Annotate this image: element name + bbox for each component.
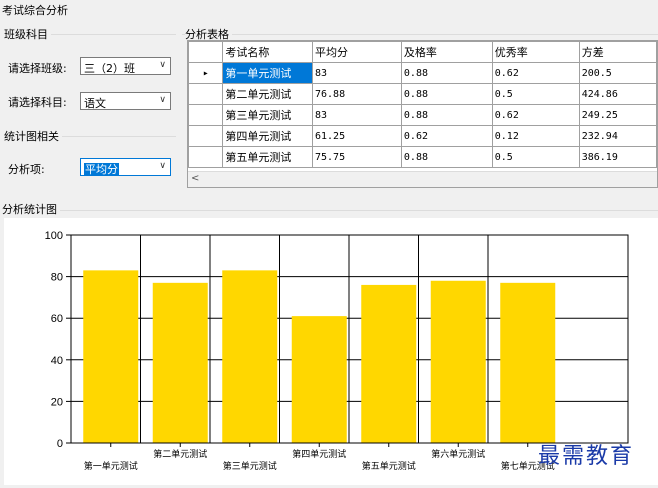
- chevron-down-icon[interactable]: ∨: [159, 161, 166, 171]
- bar: [222, 270, 278, 443]
- table-row[interactable]: 第五单元测试 75.75 0.88 0.5 386.19: [188, 146, 657, 168]
- bar: [291, 316, 347, 443]
- table-cell[interactable]: 0.88: [400, 62, 493, 84]
- table-cell[interactable]: 232.94: [578, 125, 657, 147]
- table-header-row: 考试名称 平均分 及格率 优秀率 方差: [188, 41, 657, 63]
- x-tick-label: 第五单元测试: [362, 460, 416, 472]
- y-tick-label: 40: [51, 355, 63, 367]
- table-cell[interactable]: 第四单元测试: [222, 125, 313, 147]
- table-cell[interactable]: 第五单元测试: [222, 146, 313, 168]
- analysis-item-value: 平均分: [84, 163, 119, 176]
- table-cell[interactable]: 0.5: [491, 146, 580, 168]
- table-cell[interactable]: 200.5: [578, 62, 657, 84]
- row-header[interactable]: [188, 125, 224, 147]
- table-row[interactable]: 第三单元测试 83 0.88 0.62 249.25: [188, 104, 657, 126]
- table-group-border: [182, 34, 658, 35]
- row-header[interactable]: [188, 146, 224, 168]
- y-tick-label: 60: [51, 313, 63, 325]
- analysis-item-label: 分析项:: [8, 163, 45, 176]
- chevron-down-icon[interactable]: ∨: [159, 95, 166, 105]
- analysis-item-select[interactable]: 平均分 ∨: [80, 158, 171, 176]
- table-cell[interactable]: 0.88: [400, 83, 493, 105]
- table-cell[interactable]: 0.62: [491, 62, 580, 84]
- table-cell[interactable]: 424.86: [578, 83, 657, 105]
- subject-select[interactable]: 语文 ∨: [80, 92, 171, 110]
- table-row[interactable]: 第二单元测试 76.88 0.88 0.5 424.86: [188, 83, 657, 105]
- bar: [361, 284, 417, 443]
- table-cell[interactable]: 75.75: [312, 146, 402, 168]
- table-cell[interactable]: 0.88: [400, 104, 493, 126]
- x-tick-label: 第四单元测试: [292, 448, 346, 460]
- chevron-down-icon[interactable]: ∨: [159, 60, 166, 70]
- y-tick-label: 100: [45, 230, 63, 242]
- table-cell[interactable]: 第二单元测试: [222, 83, 313, 105]
- bar: [430, 280, 486, 443]
- table-cell[interactable]: 76.88: [312, 83, 402, 105]
- table-cell[interactable]: 第三单元测试: [222, 104, 313, 126]
- table-cell[interactable]: 0.88: [400, 146, 493, 168]
- y-tick-label: 20: [51, 396, 63, 408]
- watermark: 最需教育: [538, 444, 635, 469]
- bar: [152, 282, 208, 443]
- table-cell[interactable]: 0.12: [491, 125, 580, 147]
- table-cell[interactable]: 83: [312, 104, 402, 126]
- table-cell[interactable]: 0.5: [491, 83, 580, 105]
- table-cell[interactable]: 0.62: [400, 125, 493, 147]
- table-cell[interactable]: 0.62: [491, 104, 580, 126]
- column-header[interactable]: 考试名称: [222, 41, 313, 63]
- row-header-corner: [188, 41, 224, 63]
- horizontal-scrollbar[interactable]: <: [188, 171, 657, 187]
- table-cell[interactable]: 83: [312, 62, 402, 84]
- table-cell[interactable]: 249.25: [578, 104, 657, 126]
- y-tick-label: 80: [51, 272, 63, 284]
- x-tick-label: 第六单元测试: [431, 448, 485, 460]
- class-label: 请选择班级:: [8, 62, 67, 75]
- chart-group-border: [4, 210, 658, 211]
- table-cell[interactable]: 386.19: [578, 146, 657, 168]
- row-header[interactable]: [188, 104, 224, 126]
- subject-label: 请选择科目:: [8, 96, 67, 109]
- column-header[interactable]: 优秀率: [491, 41, 580, 63]
- analysis-table[interactable]: 考试名称 平均分 及格率 优秀率 方差 ▸ 第一单元测试 83 0.88 0.6…: [187, 40, 658, 188]
- class-subject-group-title: 班级科目: [4, 26, 51, 42]
- bar: [500, 282, 556, 443]
- column-header[interactable]: 方差: [578, 41, 657, 63]
- column-header[interactable]: 及格率: [400, 41, 493, 63]
- stats-group-title: 统计图相关: [4, 128, 62, 144]
- scroll-left-icon[interactable]: <: [191, 173, 199, 184]
- table-cell[interactable]: 61.25: [312, 125, 402, 147]
- x-tick-label: 第二单元测试: [153, 448, 207, 460]
- table-cell[interactable]: 第一单元测试: [222, 62, 313, 84]
- chart-group-title: 分析统计图: [2, 201, 60, 217]
- class-select-value: 三（2）班: [84, 62, 135, 75]
- table-row[interactable]: ▸ 第一单元测试 83 0.88 0.62 200.5: [188, 62, 657, 84]
- class-select[interactable]: 三（2）班 ∨: [80, 57, 171, 75]
- row-header[interactable]: [188, 83, 224, 105]
- y-tick-label: 0: [57, 438, 63, 450]
- window-title: 考试综合分析: [2, 4, 68, 17]
- table-row[interactable]: 第四单元测试 61.25 0.62 0.12 232.94: [188, 125, 657, 147]
- bar: [83, 270, 139, 443]
- subject-select-value: 语文: [84, 97, 106, 110]
- x-tick-label: 第一单元测试: [84, 460, 138, 472]
- x-tick-label: 第三单元测试: [223, 460, 277, 472]
- column-header[interactable]: 平均分: [312, 41, 402, 63]
- current-row-indicator-icon[interactable]: ▸: [188, 62, 224, 84]
